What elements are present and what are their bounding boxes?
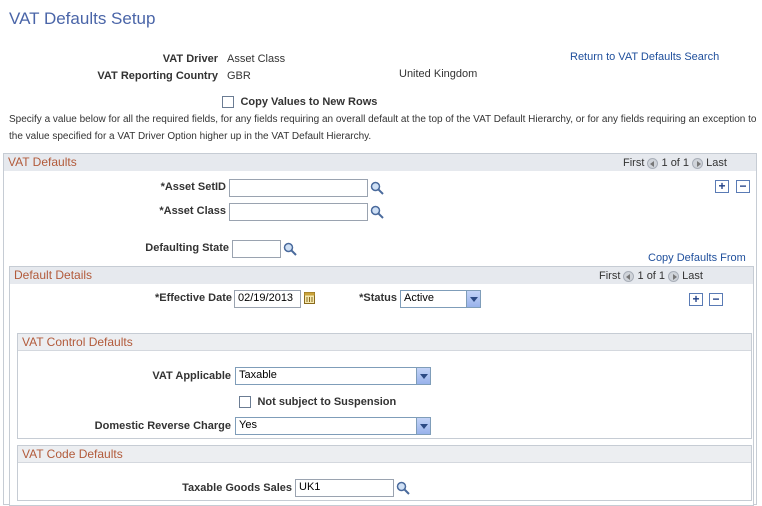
asset-setid-label: *Asset SetID [160, 181, 226, 193]
magnifier-icon[interactable] [370, 181, 384, 195]
effective-date-label: *Effective Date [154, 292, 232, 304]
vat-control-header: VAT Control Defaults [18, 334, 751, 351]
effective-date-input[interactable]: 02/19/2013 [234, 290, 301, 308]
suspension-label: Not subject to Suspension [257, 395, 397, 408]
instructions-text: Specify a value below for all the requir… [9, 114, 757, 142]
chevron-down-icon [416, 418, 430, 434]
vat-applicable-select[interactable]: Taxable [235, 367, 431, 385]
vat-applicable-label: VAT Applicable [152, 370, 231, 382]
vat-driver-value: Asset Class [227, 53, 286, 65]
asset-class-label: *Asset Class [159, 205, 226, 217]
pager-first-link[interactable]: First [599, 270, 620, 282]
asset-class-input[interactable] [229, 203, 368, 221]
status-value: Active [404, 292, 434, 304]
reverse-charge-value: Yes [239, 419, 257, 431]
taxable-goods-label: Taxable Goods Sales [182, 482, 292, 494]
reporting-country-code: GBR [227, 70, 251, 82]
delete-row-button[interactable]: − [736, 180, 750, 193]
pager-range: 1 of 1 [661, 157, 690, 169]
reporting-country-label: VAT Reporting Country [97, 70, 218, 82]
copy-defaults-from-link[interactable]: Copy Defaults From [648, 252, 746, 264]
magnifier-icon[interactable] [370, 205, 384, 219]
status-label: *Status [359, 292, 397, 304]
defaulting-state-input[interactable] [232, 240, 281, 258]
chevron-down-icon [416, 368, 430, 384]
vat-defaults-pager: First 1 of 1 Last [623, 157, 727, 169]
calendar-icon[interactable] [304, 291, 315, 304]
suspension-row: Not subject to Suspension [239, 393, 396, 411]
default-details-title: Default Details [14, 268, 93, 282]
status-select[interactable]: Active [400, 290, 481, 308]
suspension-checkbox[interactable] [239, 395, 251, 408]
add-row-button[interactable]: + [715, 180, 729, 193]
reverse-charge-label: Domestic Reverse Charge [94, 420, 231, 432]
page-title: VAT Defaults Setup [9, 9, 156, 28]
vat-applicable-value: Taxable [239, 369, 277, 381]
prev-arrow-icon[interactable] [647, 157, 659, 169]
reporting-country-name: United Kingdom [399, 68, 478, 80]
copy-values-checkbox[interactable] [222, 95, 234, 108]
copy-values-label: Copy Values to New Rows [240, 95, 378, 108]
chevron-down-icon [466, 291, 480, 307]
vat-code-header: VAT Code Defaults [18, 446, 751, 463]
return-to-search-link[interactable]: Return to VAT Defaults Search [570, 51, 719, 63]
pager-last-link[interactable]: Last [682, 270, 703, 282]
magnifier-icon[interactable] [396, 481, 410, 495]
pager-first-link[interactable]: First [623, 157, 644, 169]
prev-arrow-icon[interactable] [623, 270, 635, 282]
asset-setid-input[interactable] [229, 179, 368, 197]
vat-defaults-header: VAT Defaults First 1 of 1 Last [4, 154, 756, 171]
vat-defaults-title: VAT Defaults [8, 155, 77, 169]
reverse-charge-select[interactable]: Yes [235, 417, 431, 435]
default-details-pager: First 1 of 1 Last [599, 270, 703, 282]
magnifier-icon[interactable] [283, 242, 297, 256]
pager-range: 1 of 1 [637, 270, 666, 282]
taxable-goods-input[interactable]: UK1 [295, 479, 394, 497]
pager-last-link[interactable]: Last [706, 157, 727, 169]
delete-row-button[interactable]: − [709, 293, 723, 306]
next-arrow-icon[interactable] [668, 270, 680, 282]
add-row-button[interactable]: + [689, 293, 703, 306]
default-details-header: Default Details First 1 of 1 Last [10, 267, 753, 284]
defaulting-state-label: Defaulting State [145, 242, 229, 254]
vat-driver-label: VAT Driver [162, 53, 218, 65]
next-arrow-icon[interactable] [692, 157, 704, 169]
copy-values-row: Copy Values to New Rows [222, 93, 377, 111]
